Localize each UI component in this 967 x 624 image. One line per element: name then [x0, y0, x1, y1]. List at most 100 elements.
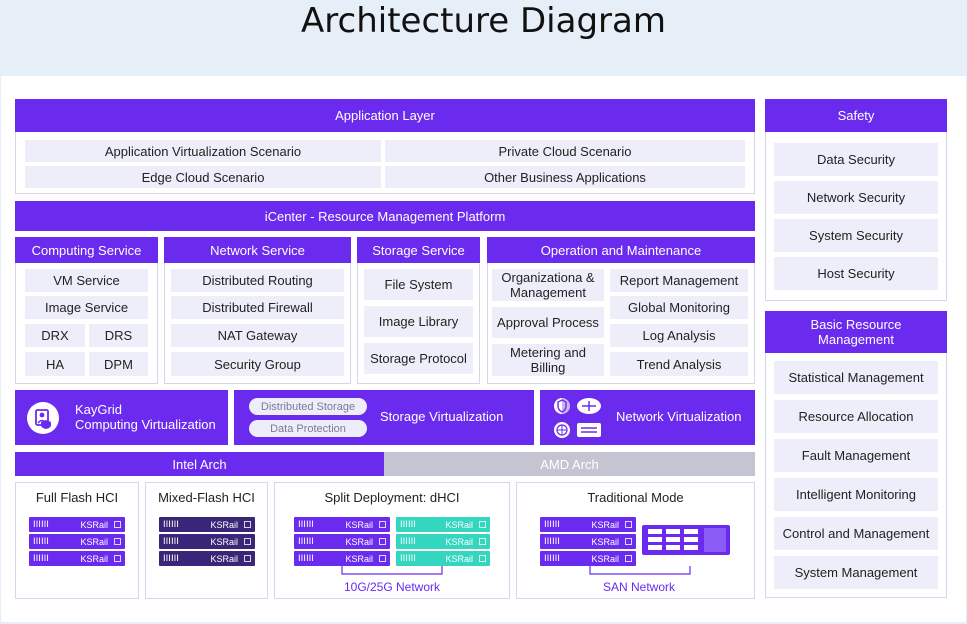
- page-title: Architecture Diagram: [301, 1, 666, 41]
- operation-item-log-analysis: Log Analysis: [610, 324, 748, 347]
- network-item-firewall: Distributed Firewall: [171, 296, 344, 319]
- basic-resource-header: Basic Resource Management: [765, 311, 947, 353]
- kaygrid-name: KayGrid: [75, 402, 122, 417]
- operation-item-global-monitoring: Global Monitoring: [610, 296, 748, 319]
- computing-item-drs: DRS: [89, 324, 148, 347]
- pill-data-protection: Data Protection: [249, 420, 367, 437]
- server-led-icon: [114, 555, 121, 562]
- platform-banner: iCenter - Resource Management Platform: [15, 201, 755, 231]
- network-globe-icon: [552, 420, 572, 440]
- server-led-icon: [379, 555, 386, 562]
- server-unit: ⅠⅠⅠⅠⅠⅠ KSRail: [294, 534, 390, 549]
- server-led-icon: [625, 538, 632, 545]
- kaygrid-label: KayGrid Computing Virtualization: [75, 402, 225, 432]
- computing-item-ha: HA: [25, 352, 85, 376]
- operation-item-report: Report Management: [610, 269, 748, 292]
- server-led-icon: [244, 538, 251, 545]
- app-item-other-business: Other Business Applications: [385, 166, 745, 188]
- basic-item-system: System Management: [774, 556, 938, 589]
- operation-item-approval: Approval Process: [492, 307, 604, 338]
- storage-item-image-library: Image Library: [364, 306, 473, 337]
- computing-service-header: Computing Service: [15, 237, 158, 263]
- network-service-header: Network Service: [164, 237, 351, 263]
- server-label: KSRail: [80, 536, 108, 547]
- pill-distributed-storage: Distributed Storage: [249, 398, 367, 415]
- server-unit: ⅠⅠⅠⅠⅠⅠ KSRail: [29, 534, 125, 549]
- safety-item-network: Network Security: [774, 181, 938, 214]
- split-compute-servers: ⅠⅠⅠⅠⅠⅠ KSRail ⅠⅠⅠⅠⅠⅠ KSRail ⅠⅠⅠⅠⅠⅠ KSRail: [294, 517, 390, 568]
- user-shield-icon: [27, 402, 59, 434]
- server-unit: ⅠⅠⅠⅠⅠⅠ KSRail: [29, 517, 125, 532]
- operation-item-trend: Trend Analysis: [610, 352, 748, 376]
- split-network-connector: [341, 566, 443, 575]
- switch-icon: [576, 420, 602, 440]
- server-grill-icon: ⅠⅠⅠⅠⅠⅠ: [298, 553, 314, 563]
- server-unit: ⅠⅠⅠⅠⅠⅠ KSRail: [540, 551, 636, 566]
- kaygrid-subtitle: Computing Virtualization: [75, 417, 216, 432]
- server-unit: ⅠⅠⅠⅠⅠⅠ KSRail: [540, 534, 636, 549]
- server-grill-icon: ⅠⅠⅠⅠⅠⅠ: [298, 519, 314, 529]
- server-label: KSRail: [210, 553, 238, 564]
- basic-item-monitoring: Intelligent Monitoring: [774, 478, 938, 511]
- operation-header: Operation and Maintenance: [487, 237, 755, 263]
- server-grill-icon: ⅠⅠⅠⅠⅠⅠ: [544, 519, 560, 529]
- server-label: KSRail: [80, 519, 108, 530]
- server-grill-icon: ⅠⅠⅠⅠⅠⅠ: [33, 536, 49, 546]
- san-network-label: SAN Network: [602, 580, 676, 594]
- server-led-icon: [244, 521, 251, 528]
- server-unit: ⅠⅠⅠⅠⅠⅠ KSRail: [294, 551, 390, 566]
- server-unit: ⅠⅠⅠⅠⅠⅠ KSRail: [396, 534, 490, 549]
- intel-arch-bar: Intel Arch: [15, 452, 384, 476]
- server-unit: ⅠⅠⅠⅠⅠⅠ KSRail: [159, 534, 255, 549]
- server-label: KSRail: [345, 519, 373, 530]
- server-grill-icon: ⅠⅠⅠⅠⅠⅠ: [163, 536, 179, 546]
- storage-virtualization-label: Storage Virtualization: [380, 409, 504, 424]
- server-grill-icon: ⅠⅠⅠⅠⅠⅠ: [33, 519, 49, 529]
- server-label: KSRail: [210, 519, 238, 530]
- server-label: KSRail: [591, 519, 619, 530]
- mixed-flash-title: Mixed-Flash HCI: [158, 490, 255, 505]
- server-grill-icon: ⅠⅠⅠⅠⅠⅠ: [544, 553, 560, 563]
- basic-item-statistical: Statistical Management: [774, 361, 938, 394]
- full-flash-servers: ⅠⅠⅠⅠⅠⅠ KSRail ⅠⅠⅠⅠⅠⅠ KSRail ⅠⅠⅠⅠⅠⅠ KSRail: [29, 517, 125, 568]
- server-label: KSRail: [345, 536, 373, 547]
- storage-array-icon: [642, 525, 730, 555]
- server-unit: ⅠⅠⅠⅠⅠⅠ KSRail: [540, 517, 636, 532]
- safety-item-host: Host Security: [774, 257, 938, 290]
- router-icon: [576, 396, 602, 416]
- server-label: KSRail: [345, 553, 373, 564]
- storage-service-header: Storage Service: [357, 237, 480, 263]
- safety-header: Safety: [765, 99, 947, 132]
- operation-item-metering: Metering and Billing: [492, 344, 604, 376]
- server-led-icon: [244, 555, 251, 562]
- operation-item-organization: Organizationa & Management: [492, 269, 604, 301]
- server-grill-icon: ⅠⅠⅠⅠⅠⅠ: [544, 536, 560, 546]
- server-grill-icon: ⅠⅠⅠⅠⅠⅠ: [298, 536, 314, 546]
- server-label: KSRail: [591, 553, 619, 564]
- server-unit: ⅠⅠⅠⅠⅠⅠ KSRail: [396, 517, 490, 532]
- split-deployment-title: Split Deployment: dHCI: [324, 490, 460, 505]
- server-unit: ⅠⅠⅠⅠⅠⅠ KSRail: [29, 551, 125, 566]
- server-led-icon: [114, 538, 121, 545]
- security-shield-icon: [552, 396, 572, 416]
- network-virtualization-label: Network Virtualization: [616, 409, 742, 424]
- app-item-virtualization: Application Virtualization Scenario: [25, 140, 381, 162]
- traditional-servers: ⅠⅠⅠⅠⅠⅠ KSRail ⅠⅠⅠⅠⅠⅠ KSRail ⅠⅠⅠⅠⅠⅠ KSRail: [540, 517, 636, 568]
- network-item-security-group: Security Group: [171, 352, 344, 376]
- computing-item-drx: DRX: [25, 324, 85, 347]
- server-label: KSRail: [80, 553, 108, 564]
- server-grill-icon: ⅠⅠⅠⅠⅠⅠ: [400, 536, 416, 546]
- network-10g-label: 10G/25G Network: [343, 580, 441, 594]
- server-led-icon: [479, 521, 486, 528]
- server-led-icon: [625, 521, 632, 528]
- server-label: KSRail: [210, 536, 238, 547]
- server-led-icon: [479, 555, 486, 562]
- server-led-icon: [479, 538, 486, 545]
- server-grill-icon: ⅠⅠⅠⅠⅠⅠ: [33, 553, 49, 563]
- computing-item-dpm: DPM: [89, 352, 148, 376]
- network-item-routing: Distributed Routing: [171, 269, 344, 292]
- server-label: KSRail: [445, 519, 473, 530]
- app-item-private-cloud: Private Cloud Scenario: [385, 140, 745, 162]
- storage-item-protocol: Storage Protocol: [364, 343, 473, 374]
- server-grill-icon: ⅠⅠⅠⅠⅠⅠ: [163, 519, 179, 529]
